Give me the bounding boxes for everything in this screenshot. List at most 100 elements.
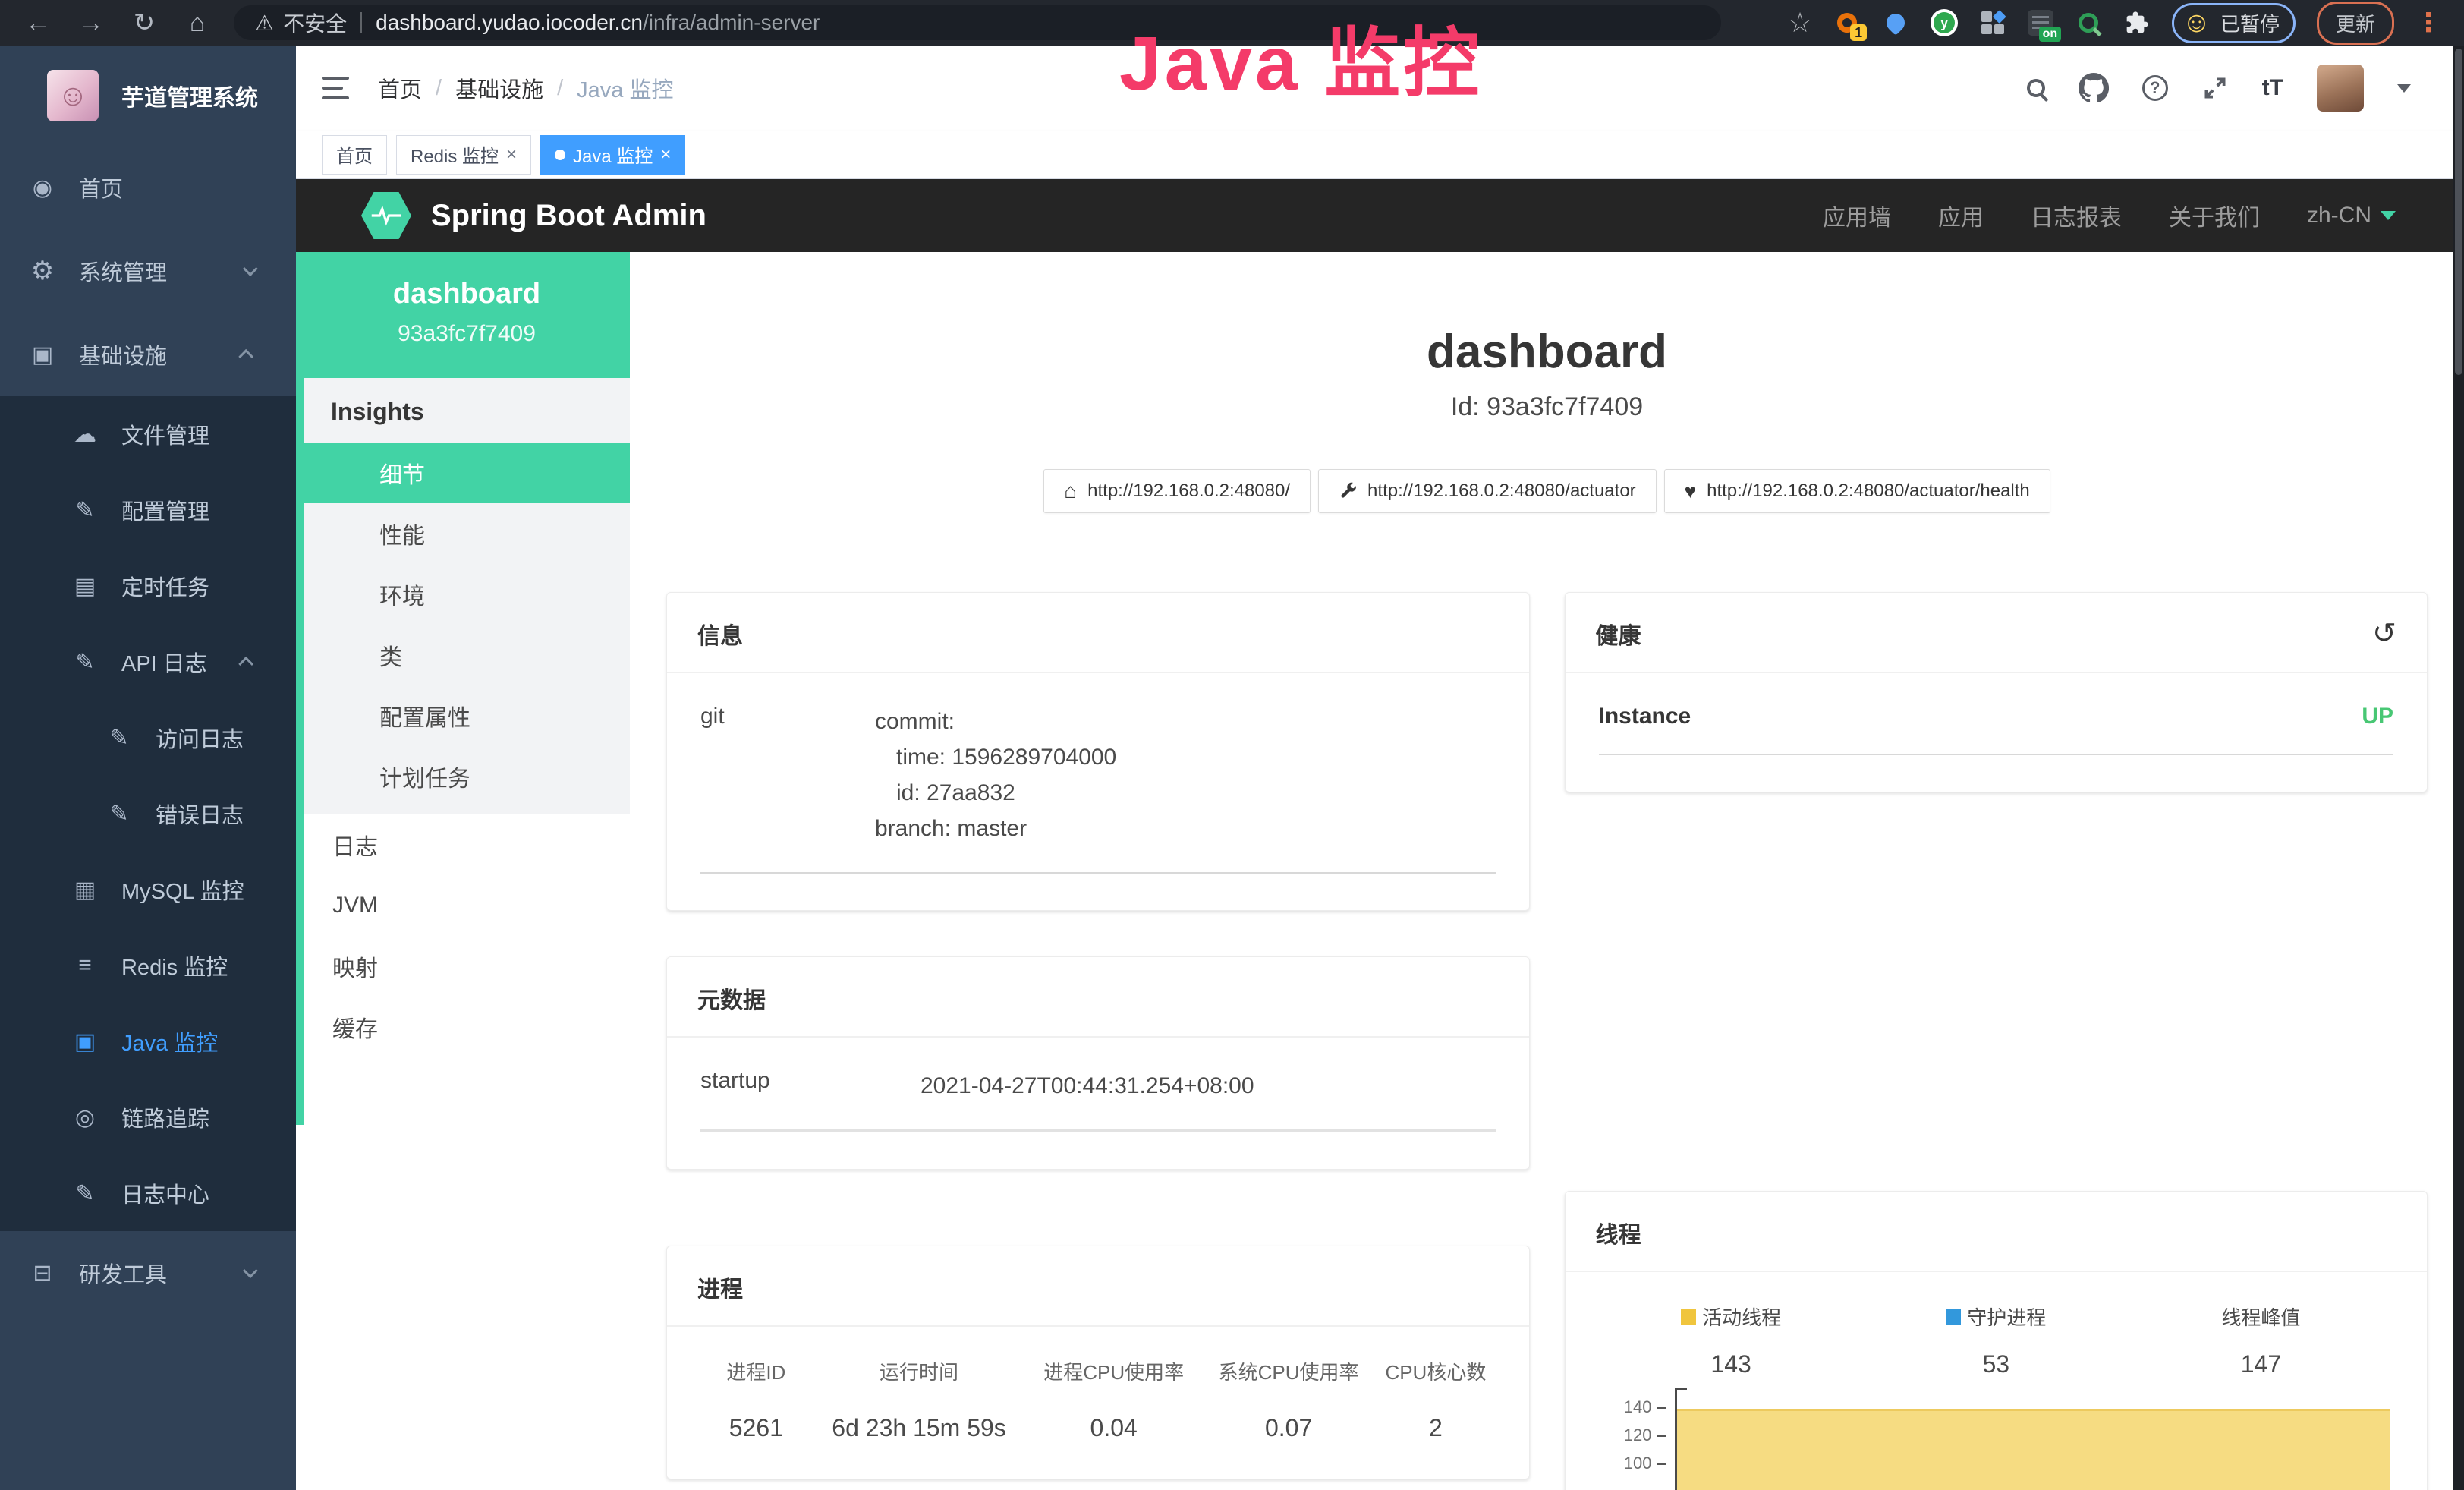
url-host: dashboard.yudao.iocoder.cn <box>376 11 643 35</box>
sidebar-item-home[interactable]: 首页 <box>0 146 296 229</box>
sba-nav-wallboard[interactable]: 应用墙 <box>1823 199 1891 232</box>
back-icon[interactable]: ← <box>23 8 53 38</box>
sba-item-metrics[interactable]: 性能 <box>304 503 630 564</box>
emoji-avatar-icon: ☺ <box>2182 9 2211 36</box>
scrollbar-thumb[interactable] <box>2455 49 2462 375</box>
close-icon[interactable] <box>660 144 671 165</box>
address-bar[interactable]: ⚠ 不安全 dashboard.yudao.iocoder.cn /infra/… <box>234 5 1721 40</box>
insights-group: Insights 细节 性能 环境 类 配置属性 计划任务 <box>304 378 630 814</box>
instance-health-row[interactable]: Instance UP <box>1599 704 2394 755</box>
metadata-card: 元数据 startup 2021-04-27T00:44:31.254+08:0… <box>666 956 1530 1170</box>
sidebar-item-trace[interactable]: 链路追踪 <box>0 1079 296 1155</box>
instance-links: http://192.168.0.2:48080/ http://192.168… <box>630 469 2464 513</box>
colorzilla-extension-icon[interactable]: 1 <box>1833 9 1861 36</box>
font-size-icon[interactable] <box>2262 75 2283 101</box>
sidebar-item-infra[interactable]: 基础设施 <box>0 313 296 396</box>
security-label[interactable]: 不安全 <box>283 8 347 38</box>
infra-icon <box>26 342 59 368</box>
threads-card: 线程 活动线程 143 <box>1565 1191 2428 1490</box>
history-icon[interactable]: ↺ <box>2372 622 2396 645</box>
github-icon[interactable] <box>2079 73 2109 103</box>
insights-section-title: Insights <box>304 378 630 443</box>
user-avatar[interactable] <box>2317 65 2364 112</box>
sba-nav-applications[interactable]: 应用 <box>1938 199 1984 232</box>
sidebar-item-redis[interactable]: Redis 监控 <box>0 928 296 1003</box>
chrome-update-button[interactable]: 更新 <box>2317 2 2394 45</box>
chevron-down-icon <box>243 261 258 276</box>
help-icon[interactable] <box>2142 75 2168 101</box>
sidebar-item-system[interactable]: 系统管理 <box>0 229 296 313</box>
close-icon[interactable] <box>506 144 517 165</box>
sidebar-item-devtools[interactable]: 研发工具 <box>0 1231 296 1315</box>
tags-view-bar: 首页 Redis 监控 Java 监控 <box>296 131 2464 179</box>
chevron-down-icon[interactable] <box>2397 84 2411 93</box>
sba-logo-icon[interactable] <box>361 192 411 239</box>
threads-chart: 140 120 100 <box>1599 1395 2394 1490</box>
process-values: 5261 6d 23h 15m 59s 0.04 0.07 2 <box>700 1414 1496 1442</box>
sba-instance-sidebar: dashboard 93a3fc7f7409 Insights 细节 性能 环境… <box>296 252 630 1490</box>
sba-brand[interactable]: Spring Boot Admin <box>431 199 706 233</box>
collapse-sidebar-icon[interactable] <box>322 77 349 99</box>
sidebar-item-log-center[interactable]: 日志中心 <box>0 1155 296 1231</box>
forward-icon[interactable]: → <box>76 8 106 38</box>
breadcrumb-infra[interactable]: 基础设施 <box>455 72 543 104</box>
sidebar-item-job[interactable]: 定时任务 <box>0 548 296 624</box>
page-scrollbar[interactable] <box>2453 46 2464 1490</box>
pin-extension-icon[interactable] <box>1882 9 1909 36</box>
wrench-icon <box>1339 482 1357 500</box>
live-threads-area <box>1677 1409 2391 1490</box>
bookmark-star-icon[interactable]: ☆ <box>1788 7 1812 39</box>
startup-row: startup 2021-04-27T00:44:31.254+08:00 <box>700 1068 1496 1132</box>
sba-item-classes[interactable]: 类 <box>304 625 630 685</box>
sba-item-details[interactable]: 细节 <box>304 443 630 503</box>
tab-home[interactable]: 首页 <box>322 135 387 175</box>
sba-item-config-props[interactable]: 配置属性 <box>304 685 630 746</box>
health-url-button[interactable]: http://192.168.0.2:48080/actuator/health <box>1664 469 2050 513</box>
sidebar-item-mysql[interactable]: MySQL 监控 <box>0 852 296 928</box>
threads-card-title: 线程 <box>1596 1216 1641 1249</box>
gauge-icon <box>26 175 59 201</box>
grid-extension-icon[interactable] <box>1979 9 2006 36</box>
home-icon[interactable]: ⌂ <box>182 8 212 38</box>
breadcrumb-home[interactable]: 首页 <box>378 72 422 104</box>
sba-nav-about[interactable]: 关于我们 <box>2169 199 2260 232</box>
sidebar-item-api-log[interactable]: API 日志 <box>0 624 296 700</box>
sba-item-mappings[interactable]: 映射 <box>304 936 630 997</box>
sidebar-item-error-log[interactable]: 错误日志 <box>0 776 296 852</box>
locale-select[interactable]: zh-CN <box>2307 203 2396 228</box>
url-separator <box>360 12 362 33</box>
sba-item-scheduled-tasks[interactable]: 计划任务 <box>304 746 630 807</box>
fullscreen-icon[interactable] <box>2201 74 2229 102</box>
profile-paused-badge[interactable]: ☺ 已暂停 <box>2172 3 2296 43</box>
sidebar-item-access-log[interactable]: 访问日志 <box>0 700 296 776</box>
reload-icon[interactable]: ↻ <box>129 8 159 38</box>
health-card: 健康 ↺ Instance UP <box>1565 592 2428 792</box>
actuator-url-button[interactable]: http://192.168.0.2:48080/actuator <box>1318 469 1657 513</box>
infra-submenu: 文件管理 配置管理 定时任务 API 日志 访问日志 错误日志 <box>0 396 296 1231</box>
instance-header[interactable]: dashboard 93a3fc7f7409 <box>304 252 630 378</box>
sba-item-jvm[interactable]: JVM <box>304 875 630 936</box>
tab-redis-monitor[interactable]: Redis 监控 <box>396 135 531 175</box>
browser-menu-icon[interactable]: ⋮ <box>2415 11 2441 34</box>
sidebar-item-config[interactable]: 配置管理 <box>0 472 296 548</box>
search-icon[interactable] <box>2027 79 2045 97</box>
sba-item-logs[interactable]: 日志 <box>304 814 630 875</box>
service-url-button[interactable]: http://192.168.0.2:48080/ <box>1043 469 1311 513</box>
sba-item-environment[interactable]: 环境 <box>304 564 630 625</box>
sba-nav-journal[interactable]: 日志报表 <box>2031 199 2122 232</box>
y-extension-icon[interactable]: y <box>1931 9 1958 36</box>
on-badge: on <box>2039 27 2062 42</box>
tab-java-monitor[interactable]: Java 监控 <box>540 135 685 175</box>
edit-icon <box>68 497 102 524</box>
sidebar-item-java-monitor[interactable]: Java 监控 <box>0 1003 296 1079</box>
leaf-extension-icon[interactable] <box>2075 9 2102 36</box>
sba-item-caches[interactable]: 缓存 <box>304 997 630 1057</box>
app-logo[interactable]: 芋道管理系统 <box>0 46 296 146</box>
switch-on-extension-icon[interactable]: on <box>2028 10 2053 36</box>
live-threads-stat: 活动线程 143 <box>1599 1303 1864 1378</box>
sidebar-item-file[interactable]: 文件管理 <box>0 396 296 472</box>
edit-icon <box>102 801 136 827</box>
logo-avatar <box>47 70 99 121</box>
puzzle-extensions-icon[interactable] <box>2123 9 2151 36</box>
chevron-down-icon <box>243 1263 258 1278</box>
